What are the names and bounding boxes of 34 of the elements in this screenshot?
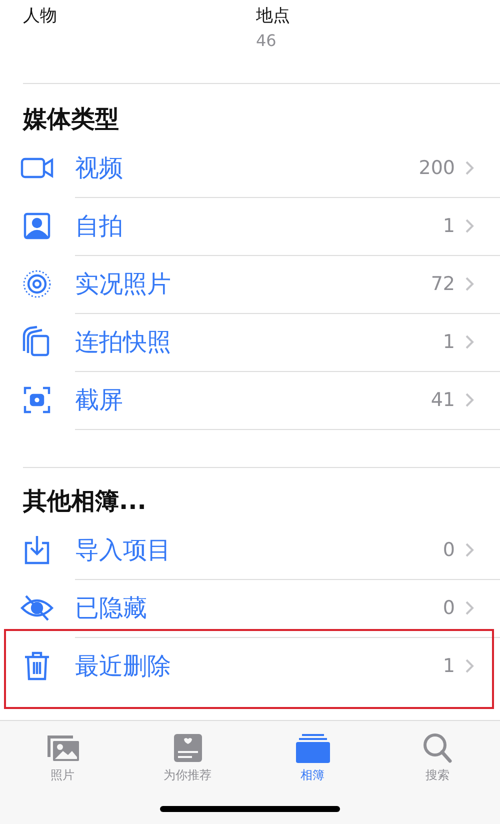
album-row-label[interactable]: 实况照片: [75, 268, 431, 300]
chevron-icon: [465, 334, 474, 350]
album-row-count: 200: [418, 156, 455, 178]
chevron-icon: [465, 276, 474, 292]
photos-icon: [44, 733, 80, 763]
album-row-label[interactable]: 自拍: [75, 210, 443, 242]
chevron-icon: [465, 160, 474, 176]
album-row-count: 0: [442, 538, 455, 560]
album-row-count: 72: [430, 272, 455, 294]
album-row-label[interactable]: 导入项目: [75, 534, 443, 566]
tab-bar-item[interactable]: 相簿: [250, 721, 375, 824]
section-heading: 媒体类型: [23, 104, 120, 135]
album-row-count: 1: [442, 330, 455, 352]
album-row-label[interactable]: 最近删除: [75, 650, 443, 682]
chevron-icon: [465, 600, 474, 616]
album-count: 46: [256, 31, 278, 50]
album-title[interactable]: 地点: [256, 4, 489, 27]
album-row-count: 1: [442, 214, 455, 236]
album-row-count: 41: [430, 388, 455, 410]
tab-bar-item[interactable]: 搜索: [375, 721, 500, 824]
section-heading: 其他相簿...: [23, 486, 148, 517]
album-row-label[interactable]: 截屏: [75, 384, 431, 416]
album-row-count: 0: [442, 596, 455, 618]
chevron-icon: [465, 392, 474, 408]
chevron-icon: [465, 658, 474, 674]
album-title[interactable]: 人物: [23, 4, 256, 27]
album-row-label[interactable]: 连拍快照: [75, 326, 443, 358]
chevron-icon: [465, 218, 474, 234]
chevron-icon: [465, 542, 474, 558]
tab-bar-item[interactable]: 照片: [0, 721, 125, 824]
album-row-label[interactable]: 视频: [75, 152, 419, 184]
album-row-count: 1: [442, 655, 455, 677]
albums-stack-icon: [294, 733, 330, 763]
album-row-label[interactable]: 已隐藏: [75, 592, 443, 624]
